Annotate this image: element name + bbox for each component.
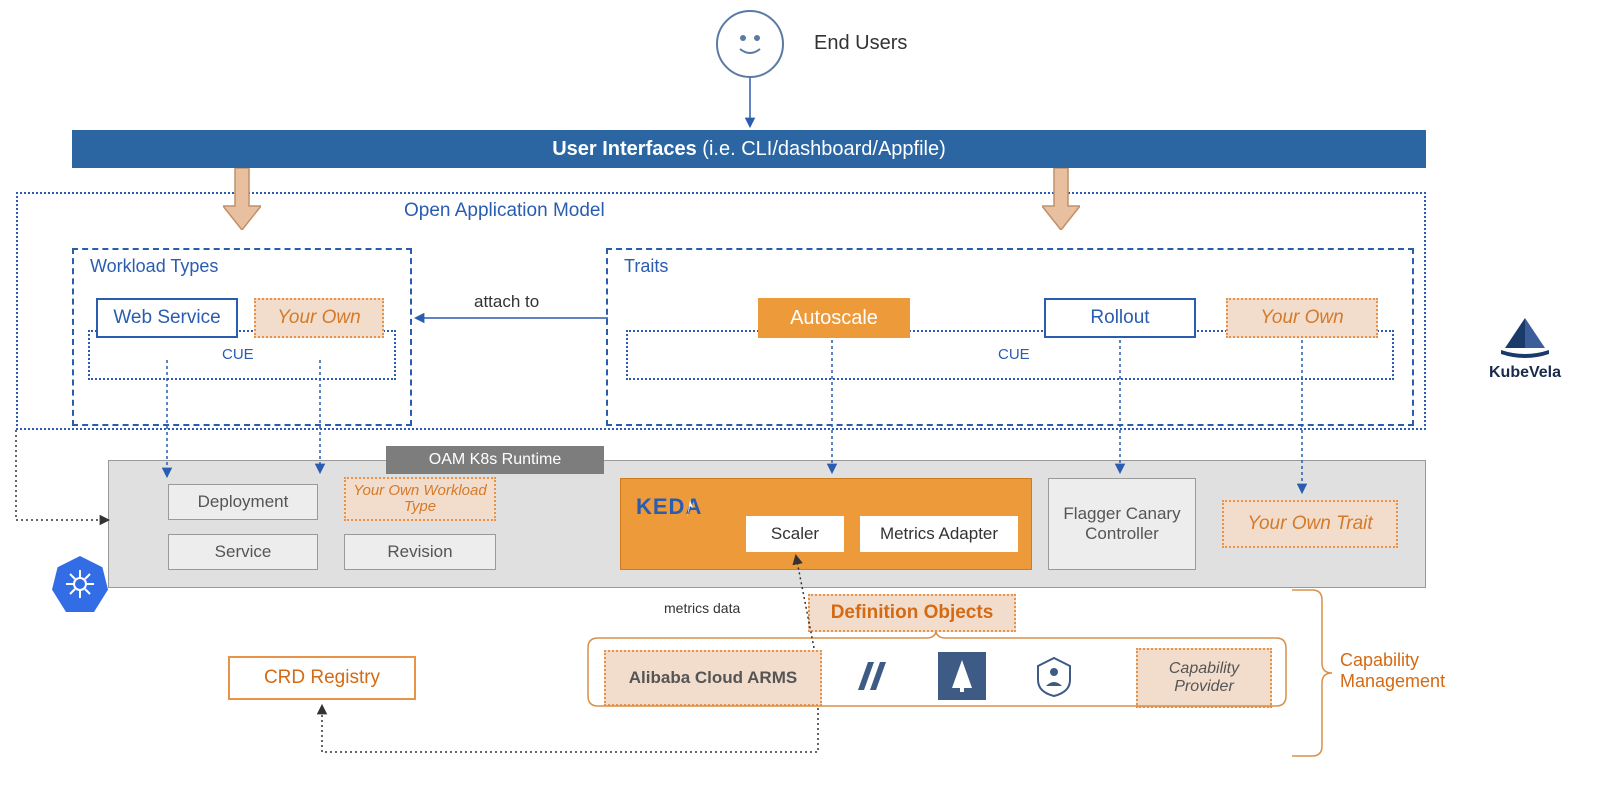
workload-types-title: Workload Types — [90, 256, 218, 277]
capability-provider-card: Capability Provider — [1136, 648, 1272, 708]
oam-label: Open Application Model — [404, 200, 605, 222]
capability-management-label: Capability Management — [1340, 650, 1460, 692]
rollout-card: Rollout — [1044, 298, 1196, 338]
flagger-card: Flagger Canary Controller — [1048, 478, 1196, 570]
definition-objects-label: Definition Objects — [808, 594, 1016, 632]
provider-icon-2 — [938, 652, 986, 700]
runtime-tab: OAM K8s Runtime — [386, 446, 604, 474]
autoscale-card: Autoscale — [758, 298, 910, 338]
alibaba-arms-card: Alibaba Cloud ARMS — [604, 650, 822, 706]
crd-registry-card: CRD Registry — [228, 656, 416, 700]
workload-your-own-card: Your Own — [254, 298, 384, 338]
metrics-data-label: metrics data — [664, 600, 740, 616]
attach-to-label: attach to — [474, 292, 539, 312]
end-users-label: End Users — [814, 32, 907, 55]
traits-title: Traits — [624, 256, 668, 277]
kubevela-logo: KubeVela — [1480, 310, 1570, 382]
deployment-card: Deployment — [168, 484, 318, 520]
traits-your-own-card: Your Own — [1226, 298, 1378, 338]
service-card: Service — [168, 534, 318, 570]
scaler-card: Scaler — [746, 516, 844, 552]
keda-logo: KEDA — [636, 494, 702, 520]
ui-bar-rest: (i.e. CLI/dashboard/Appfile) — [697, 138, 946, 160]
own-trait-card: Your Own Trait — [1222, 500, 1398, 548]
kubernetes-icon — [52, 556, 108, 612]
ui-bar-bold: User Interfaces — [552, 138, 697, 160]
web-service-card: Web Service — [96, 298, 238, 338]
workload-cue-label: CUE — [222, 346, 254, 363]
big-arrow-left-icon — [223, 168, 261, 230]
metrics-adapter-card: Metrics Adapter — [860, 516, 1018, 552]
big-arrow-right-icon — [1042, 168, 1080, 230]
own-workload-card: Your Own Workload Type — [344, 477, 496, 521]
traits-cue-label: CUE — [998, 346, 1030, 363]
provider-icon-1 — [848, 652, 896, 700]
user-interfaces-bar: User Interfaces (i.e. CLI/dashboard/Appf… — [72, 130, 1426, 168]
end-users-icon — [716, 10, 784, 78]
provider-icon-3 — [1030, 652, 1078, 700]
revision-card: Revision — [344, 534, 496, 570]
